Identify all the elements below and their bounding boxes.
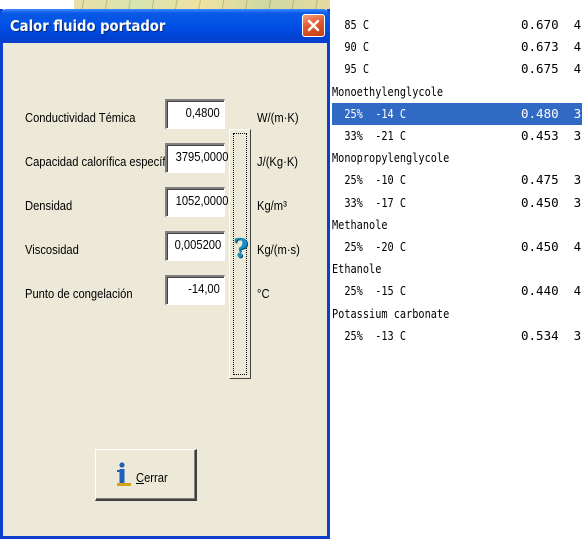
list-item-description: 95 C [332, 61, 370, 77]
cerrar-button[interactable]: Cerrar [95, 449, 197, 501]
list-item[interactable]: 33% -21 C 0.453 356 [332, 125, 582, 147]
list-item-values: 0.480 379 [521, 105, 582, 121]
specific-heat-unit: J/(Kg·K) [257, 154, 298, 169]
list-item-description: Ethanole [332, 261, 382, 277]
list-item[interactable]: 33% -17 C 0.450 372 [332, 192, 582, 214]
list-item-description: 33% -17 C [332, 194, 407, 210]
list-item-values: 0.450 372 [521, 194, 582, 210]
help-button[interactable]: ? [229, 129, 251, 379]
list-item-values: 0.534 308 [521, 327, 582, 343]
close-icon [307, 19, 320, 32]
list-item-values: 0.675 421 [521, 61, 582, 77]
list-item-description: 25% -15 C [332, 283, 407, 299]
specific-heat-field[interactable]: 3795,0000 [165, 143, 228, 173]
list-item-description: Monopropylenglycole [332, 150, 450, 166]
list-item-values: 0.670 420 [521, 17, 582, 32]
list-item-values: 0.450 400 [521, 239, 582, 254]
list-item-description: 25% -13 C [332, 327, 407, 343]
conductivity-unit: W/(m·K) [257, 110, 299, 125]
density-field[interactable]: 1052,0000 [165, 187, 228, 217]
list-group-header[interactable]: Monopropylenglycole [332, 147, 582, 169]
freezing-point-field[interactable]: -14,00 [165, 275, 225, 305]
cerrar-label: Cerrar [136, 470, 168, 485]
list-item[interactable]: 25% -20 C 0.450 400 [332, 236, 582, 258]
list-group-header[interactable]: Monoethylenglycole [332, 81, 582, 103]
dialog-title: Calor fluido portador [10, 17, 166, 35]
density-unit: Kg/m³ [257, 198, 287, 213]
conductivity-field[interactable]: 0,4800 [165, 99, 225, 129]
list-group-header[interactable]: Potassium carbonate [332, 303, 582, 325]
list-group-header[interactable]: Ethanole [332, 258, 582, 280]
freezing-point-label: Punto de congelación [25, 286, 133, 301]
list-item-description: 85 C [332, 17, 370, 32]
list-item[interactable]: 25% -13 C 0.534 308 [332, 325, 582, 347]
specific-heat-label: Capacidad calorífica específica [25, 154, 180, 169]
list-item[interactable]: 95 C 0.675 421 [332, 58, 582, 80]
heat-transfer-fluid-dialog: Calor fluido portador Conductividad Témi… [0, 9, 330, 539]
dialog-titlebar[interactable]: Calor fluido portador [0, 9, 330, 43]
conductivity-label: Conductividad Témica [25, 110, 136, 125]
list-item-description: Potassium carbonate [332, 305, 450, 321]
density-label: Densidad [25, 198, 73, 213]
viscosity-field[interactable]: 0,005200 [165, 231, 225, 261]
list-item-description: 33% -21 C [332, 128, 407, 143]
list-item[interactable]: 90 C 0.673 420 [332, 36, 582, 58]
list-item-description: Methanole [332, 216, 388, 232]
list-item[interactable]: 25% -14 C 0.480 379 [332, 102, 582, 125]
list-item-values: 0.440 425 [521, 283, 582, 299]
list-item-description: Monoethylenglycole [332, 83, 444, 99]
list-item[interactable]: 85 C 0.670 420 [332, 14, 582, 36]
list-group-header[interactable]: Methanole [332, 214, 582, 236]
list-item-description: 25% -14 C [332, 105, 407, 121]
freezing-point-unit: °C [257, 286, 270, 301]
list-item[interactable]: 25% -15 C 0.440 425 [332, 280, 582, 302]
close-window-button[interactable] [302, 14, 325, 37]
list-item-values: 0.453 356 [521, 128, 582, 143]
list-item-values: 0.475 393 [521, 172, 582, 188]
list-item[interactable]: 25% -10 C 0.475 393 [332, 169, 582, 191]
door-exit-icon [117, 462, 131, 486]
list-item-description: 25% -10 C [332, 172, 407, 188]
question-mark-icon: ? [233, 234, 249, 264]
viscosity-label: Viscosidad [25, 242, 79, 257]
fluid-property-list[interactable]: 85 C 0.670 420 90 C 0.673 420 95 C 0.675 42… [332, 0, 582, 539]
list-item-description: 90 C [332, 39, 370, 55]
list-item-description: 25% -20 C [332, 239, 407, 254]
viscosity-unit: Kg/(m·s) [257, 242, 300, 257]
list-item-values: 0.673 420 [521, 39, 582, 55]
